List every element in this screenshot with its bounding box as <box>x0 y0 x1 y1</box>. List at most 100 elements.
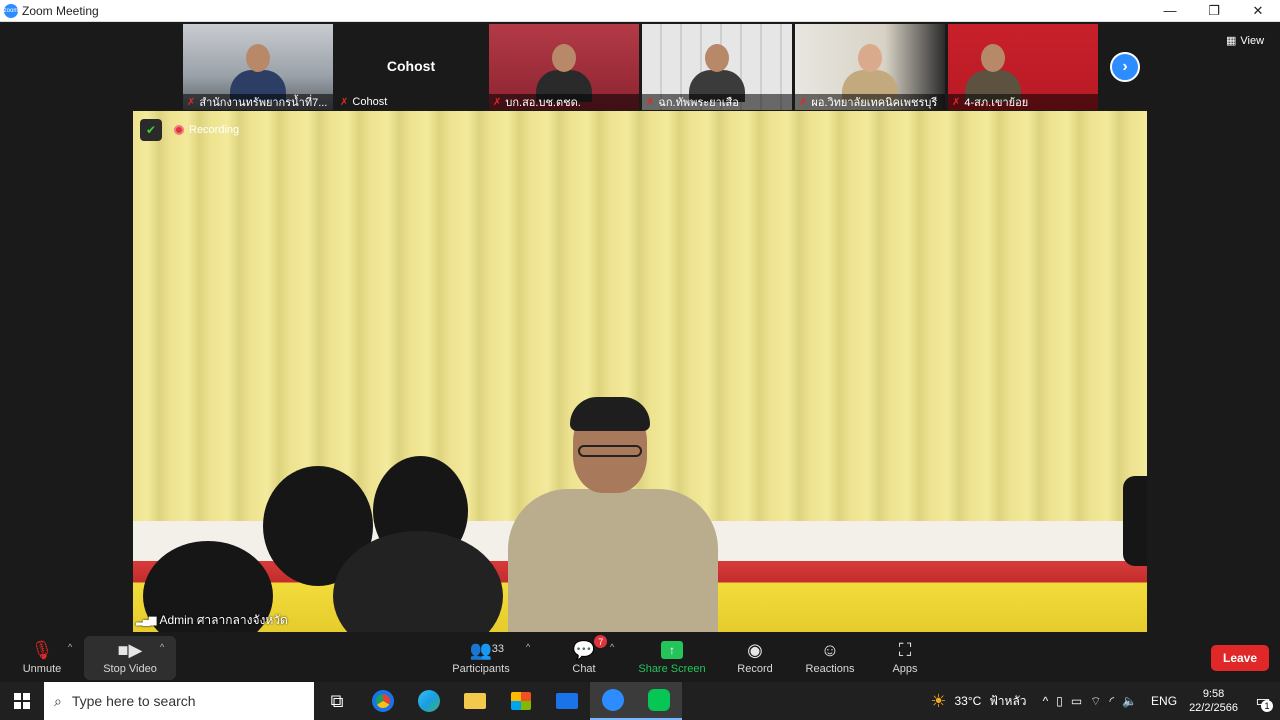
battery-icon[interactable]: ▭ <box>1067 694 1086 708</box>
wifi-icon[interactable]: ◜ <box>1105 694 1118 708</box>
stop-video-label: Stop Video <box>103 663 157 675</box>
participant-video <box>536 40 592 102</box>
mic-muted-icon: ✗ <box>187 96 196 108</box>
close-button[interactable]: ✕ <box>1236 0 1280 22</box>
audio-options-caret[interactable]: ^ <box>68 642 72 652</box>
view-label: View <box>1240 34 1265 47</box>
chat-badge: 7 <box>594 635 608 648</box>
mic-muted-icon: ✗ <box>493 96 502 108</box>
network-icon[interactable]: ⌔ <box>1086 694 1105 709</box>
reactions-button[interactable]: ☺ Reactions <box>802 636 858 680</box>
mic-muted-icon: ✗ <box>646 96 655 108</box>
unmute-button[interactable]: 🎙 Unmute <box>12 636 72 680</box>
participant-tile[interactable]: ✗ 4-สภ.เขาย้อย <box>948 24 1098 110</box>
participants-icon: 👥 33 <box>469 640 505 660</box>
participant-name: ฉก.ทัพพระยาเสือ <box>658 97 739 109</box>
minimize-button[interactable]: — <box>1148 0 1192 22</box>
zoom-app-icon[interactable] <box>590 682 636 720</box>
mic-muted-icon: ✗ <box>340 96 349 108</box>
share-screen-icon: ↑ <box>661 641 683 659</box>
windows-logo-icon <box>14 693 30 709</box>
show-hidden-icons-chevron-icon[interactable]: ^ <box>1039 694 1053 708</box>
participant-tile-cohost[interactable]: Cohost ✗ Cohost <box>336 24 486 110</box>
participant-video <box>689 40 745 102</box>
start-button[interactable] <box>0 682 44 720</box>
participant-tile[interactable]: ✗ บก.สอ.บช.ตชด. <box>489 24 639 110</box>
participant-video <box>230 40 286 102</box>
device-icon[interactable]: ▯ <box>1052 694 1067 708</box>
mic-off-icon: 🎙 <box>30 640 54 660</box>
recording-indicator: ✔ Recording <box>140 119 239 141</box>
edge-app-icon[interactable] <box>406 682 452 720</box>
restore-button[interactable]: ❐ <box>1192 0 1236 22</box>
weather-icon[interactable]: ☀ <box>926 691 950 712</box>
participants-count: 33 <box>491 643 505 655</box>
share-screen-button[interactable]: ↑ Share Screen <box>636 636 708 680</box>
encryption-shield-icon[interactable]: ✔ <box>140 119 162 141</box>
smiley-plus-icon: ☺ <box>820 640 840 660</box>
chat-button[interactable]: 💬 7 Chat <box>560 635 608 680</box>
taskbar-clock[interactable]: 9:58 22/2/2566 <box>1181 687 1246 715</box>
participant-video <box>842 40 898 102</box>
mic-muted-icon: ✗ <box>799 96 808 108</box>
weather-text[interactable]: ฟ้าหลัว <box>985 692 1030 711</box>
taskbar-search-box[interactable]: ⌕ Type here to search <box>44 682 314 720</box>
mail-app-icon[interactable] <box>544 682 590 720</box>
weather-temp[interactable]: 33°C <box>951 694 986 708</box>
record-label: Record <box>737 663 773 675</box>
video-camera-icon: ■▶ <box>117 640 143 660</box>
mic-muted-icon: ✗ <box>952 96 961 108</box>
participant-tile[interactable]: ✗ สำนักงานทรัพยากรน้ำที่7... <box>183 24 333 110</box>
apps-label: Apps <box>892 663 918 675</box>
chair <box>1123 476 1147 566</box>
speaker-figure <box>508 397 718 632</box>
notification-center-button[interactable]: ▭ 1 <box>1246 682 1280 720</box>
windows-taskbar: ⌕ Type here to search ⧉ ☀ 33°C ฟ้าหลัว ^… <box>0 682 1280 720</box>
file-explorer-icon[interactable] <box>452 682 498 720</box>
participant-name: ผอ.วิทยาลัยเทคนิคเพชรบุรี <box>811 97 938 109</box>
search-icon: ⌕ <box>54 692 62 709</box>
participants-options-caret[interactable]: ^ <box>526 642 530 652</box>
participant-tile[interactable]: ✗ ผอ.วิทยาลัยเทคนิคเพชรบุรี <box>795 24 945 110</box>
active-speaker-video[interactable]: ✔ Recording ▂▄▆ Admin ศาลากลางจังหวัด <box>133 111 1147 632</box>
participant-video <box>965 40 1021 102</box>
recording-dot-icon <box>174 125 184 135</box>
participant-display-name: Cohost <box>386 58 436 74</box>
video-options-caret[interactable]: ^ <box>160 642 164 652</box>
chrome-app-icon[interactable] <box>360 682 406 720</box>
line-app-icon[interactable] <box>636 682 682 720</box>
title-bar: zoom Zoom Meeting — ❐ ✕ <box>0 0 1280 22</box>
signal-strength-icon: ▂▄▆ <box>136 615 156 626</box>
store-app-icon[interactable] <box>498 682 544 720</box>
record-button[interactable]: ◉ Record <box>730 636 780 680</box>
view-button[interactable]: ▦ View <box>1226 34 1265 48</box>
gallery-strip: ✗ สำนักงานทรัพยากรน้ำที่7... Cohost ✗ Coho… <box>183 24 1098 110</box>
chat-label: Chat <box>572 663 596 675</box>
participants-button[interactable]: 👥 33 Participants <box>446 636 516 680</box>
apps-button[interactable]: ⛶ Apps <box>884 636 926 680</box>
apps-icon: ⛶ <box>898 640 912 660</box>
notification-count: 1 <box>1261 700 1273 712</box>
participant-name: สำนักงานทรัพยากรน้ำที่7... <box>199 97 328 109</box>
clock-time: 9:58 <box>1202 688 1225 700</box>
participant-name: Cohost <box>352 96 388 108</box>
record-icon: ◉ <box>747 640 763 660</box>
recording-label: Recording <box>189 124 240 136</box>
participants-label: Participants <box>452 663 510 675</box>
language-indicator[interactable]: ENG <box>1147 694 1181 708</box>
system-tray: ☀ 33°C ฟ้าหลัว ^ ▯ ▭ ⌔ ◜ 🔈 ENG 9:58 22/2… <box>926 682 1280 720</box>
zoom-logo-icon: zoom <box>4 3 18 18</box>
search-placeholder: Type here to search <box>71 693 196 709</box>
task-view-icon[interactable]: ⧉ <box>314 682 360 720</box>
chat-options-caret[interactable]: ^ <box>610 642 614 652</box>
window-title: Zoom Meeting <box>22 3 99 18</box>
participant-name: บก.สอ.บช.ตชด. <box>505 97 581 109</box>
meeting-area: ✗ สำนักงานทรัพยากรน้ำที่7... Cohost ✗ Coho… <box>0 22 1280 634</box>
participant-tile[interactable]: ✗ ฉก.ทัพพระยาเสือ <box>642 24 792 110</box>
leave-button[interactable]: Leave <box>1211 645 1269 671</box>
participant-name: 4-สภ.เขาย้อย <box>964 97 1029 109</box>
next-page-button[interactable]: › <box>1110 52 1140 82</box>
share-screen-label: Share Screen <box>638 663 706 675</box>
volume-icon[interactable]: 🔈 <box>1118 694 1141 708</box>
speaker-name-label: ▂▄▆ Admin ศาลากลางจังหวัด <box>136 611 288 630</box>
